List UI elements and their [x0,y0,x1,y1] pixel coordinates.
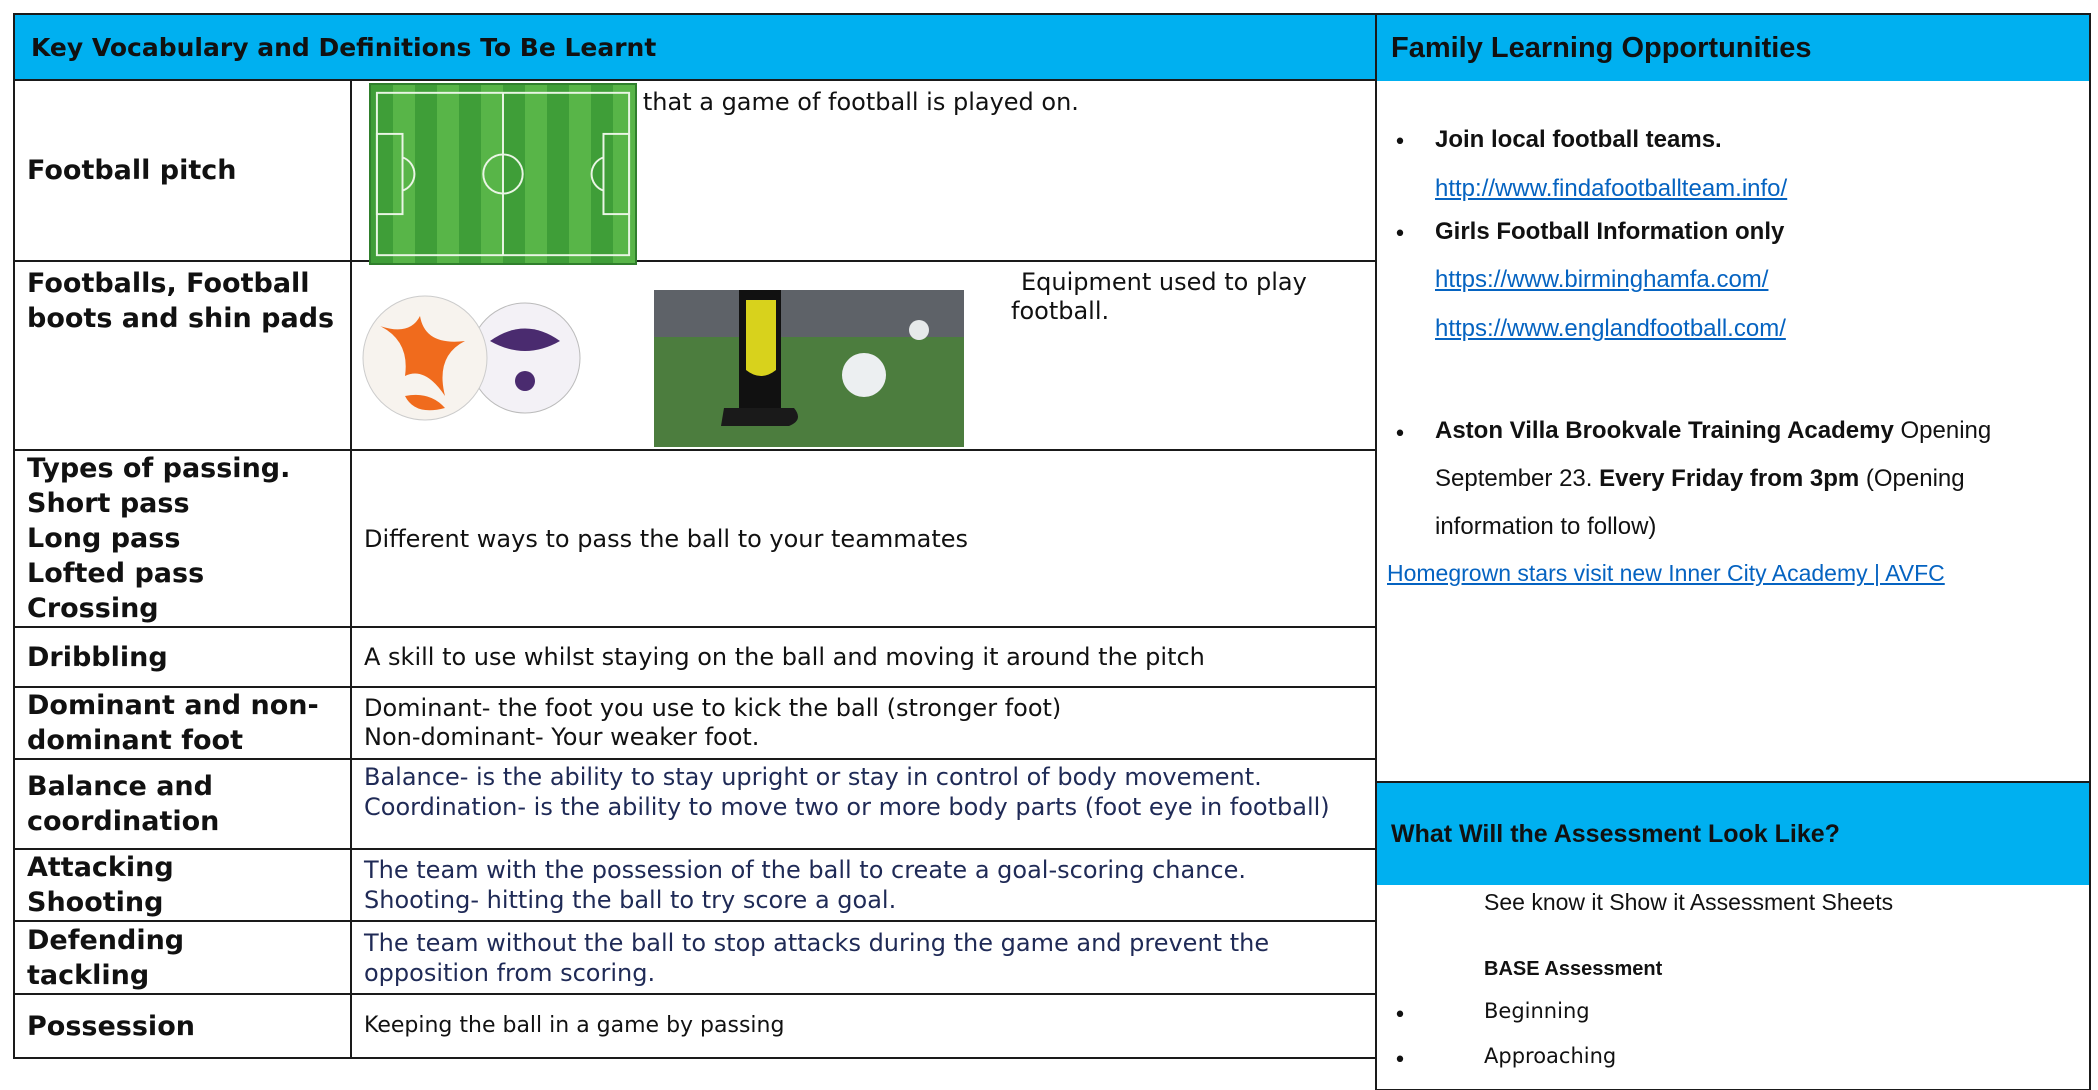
family-learning-header: Family Learning Opportunities [1377,15,2089,81]
aston-villa-date: September 23. [1435,465,1600,492]
aston-villa-opening: (Opening [1859,465,1965,492]
term-line: Attacking [27,852,174,883]
term-possession: Possession [13,993,352,1059]
football-pitch-image [369,83,637,265]
term-equipment: Footballs, Football boots and shin pads [13,260,352,451]
definition-equipment: Equipment used to play football. [1011,268,1307,325]
table-row: Attacking Shooting The team with the pos… [13,848,1377,922]
definition-line: Dominant- the foot you use to kick the b… [364,694,1062,722]
right-panel: Family Learning Opportunities • Join loc… [1375,13,2091,1090]
definition-line: Non-dominant- Your weaker foot. [364,723,760,751]
term-dominant-foot: Dominant and non-dominant foot [13,686,352,760]
definition-line: Balance- is the ability to stay upright … [364,763,1262,791]
assessment-header: What Will the Assessment Look Like? [1377,781,2089,885]
table-row: Footballs, Football boots and shin pads [13,260,1377,451]
link-find-a-football-team[interactable]: http://www.findafootballteam.info/ [1435,175,1787,203]
term-football-pitch: Football pitch [13,79,352,262]
term-line: tackling [27,959,150,991]
family-item-teams: Join local football teams. [1435,126,1722,153]
aston-villa-schedule: Every Friday from 3pm [1599,465,1860,492]
term-passing-line: Long pass [27,523,181,554]
term-balance: Balance and coordination [13,758,352,850]
bullet-icon: • [1393,421,1407,447]
link-avfc-academy[interactable]: Homegrown stars visit new Inner City Aca… [1387,560,1945,587]
term-line: Shooting [27,887,164,918]
table-row: Football pitch Area that a game of footb… [13,79,1377,262]
table-row: Defending tackling The team without the … [13,920,1377,995]
term-passing-line: Short pass [27,488,190,519]
definition-line: The team with the possession of the ball… [364,856,1247,884]
term-dribbling: Dribbling [13,626,352,688]
bullet-icon: • [1393,1002,1407,1028]
link-birmingham-fa[interactable]: https://www.birminghamfa.com/ [1435,266,1768,294]
base-assessment-title: BASE Assessment [1484,958,1663,980]
definition-football-pitch: Area that a game of football is played o… [580,88,1079,116]
definition-defending: The team without the ball to stop attack… [350,920,1377,995]
table-row: Dribbling A skill to use whilst staying … [13,626,1377,688]
aston-villa-info: information to follow) [1435,513,1657,540]
term-line: Defending [27,924,185,956]
definition-passing: Different ways to pass the ball to your … [350,449,1377,628]
vocabulary-table: Key Vocabulary and Definitions To Be Lea… [13,13,1377,1059]
assessment-intro: See know it Show it Assessment Sheets [1484,889,1894,915]
definition-possession: Keeping the ball in a game by passing [350,993,1377,1059]
footballs-image [360,286,610,426]
table-row: Possession Keeping the ball in a game by… [13,993,1377,1059]
vocabulary-header: Key Vocabulary and Definitions To Be Lea… [13,13,1377,81]
term-passing-line: Crossing [27,593,159,624]
table-row: Dominant and non-dominant foot Dominant-… [13,686,1377,760]
bullet-icon: • [1393,129,1407,155]
assessment-item-approaching: Approaching [1484,1044,1617,1068]
link-england-football[interactable]: https://www.englandfootball.com/ [1435,315,1786,343]
table-row: Balance and coordination Balance- is the… [13,758,1377,850]
aston-villa-text: Opening [1893,417,1992,444]
definition-line: Shooting- hitting the ball to try score … [364,886,897,914]
definition-line: Coordination- is the ability to move two… [364,793,1330,821]
family-item-girls: Girls Football Information only [1435,218,1785,245]
bullet-icon: • [1393,1047,1407,1073]
bullet-icon: • [1393,221,1407,247]
table-row: Types of passing. Short pass Long pass L… [13,449,1377,628]
term-passing-line: Lofted pass [27,558,205,589]
term-passing-line: Types of passing. [27,453,291,484]
shin-pad-photo [654,290,964,447]
aston-villa-title: Aston Villa Brookvale Training Academy [1435,417,1894,444]
assessment-item-beginning: Beginning [1484,999,1590,1023]
definition-dribbling: A skill to use whilst staying on the bal… [350,626,1377,688]
